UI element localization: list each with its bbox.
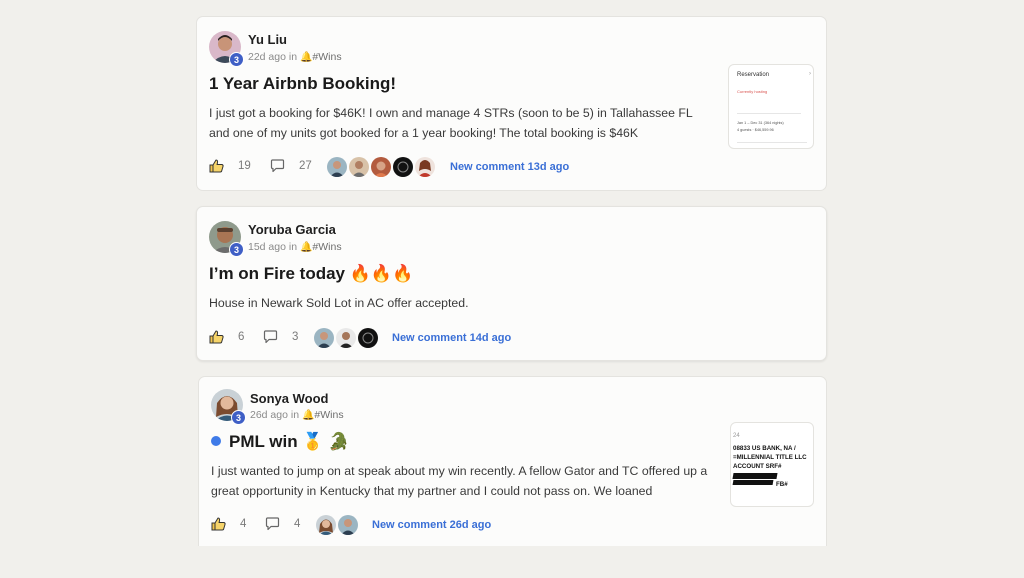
like-count: 4 (240, 518, 247, 530)
new-comment-link[interactable]: New comment 13d ago (450, 161, 569, 173)
post-title-row[interactable]: PML win 🥇 🐊 (211, 432, 349, 452)
new-comment-link[interactable]: New comment 26d ago (372, 519, 491, 531)
commenter-avatars[interactable] (316, 515, 360, 535)
like-button[interactable]: 4 (211, 517, 246, 531)
like-button[interactable]: 6 (209, 330, 244, 344)
like-icon (211, 517, 226, 531)
commenter-avatar[interactable] (327, 157, 347, 177)
comment-count: 4 (294, 518, 301, 530)
post-title[interactable]: I’m on Fire today 🔥🔥🔥 (209, 264, 413, 284)
post-title: PML win 🥇 🐊 (229, 432, 350, 451)
post-card[interactable]: 3 Yoruba Garcia 15d ago in 🔔#Wins I’m on… (196, 206, 827, 361)
post-body: I just wanted to jump on at speak about … (211, 464, 708, 498)
like-count: 19 (238, 160, 251, 172)
post-card[interactable]: 3 Sonya Wood 26d ago in 🔔#Wins PML win 🥇… (198, 376, 827, 546)
post-time: 26d ago in (250, 409, 300, 421)
thumbnail-guests: 4 guests · $46,559.96 (737, 128, 774, 132)
comment-icon (270, 159, 285, 173)
post-card[interactable]: 3 Yu Liu 22d ago in 🔔#Wins 1 Year Airbnb… (196, 16, 827, 191)
post-attachment-thumbnail[interactable]: 24 08833 US BANK, NA / =MILLENNIAL TITLE… (730, 422, 814, 507)
like-icon (209, 330, 224, 344)
post-meta: 26d ago in 🔔#Wins (250, 409, 344, 421)
commenter-avatar[interactable] (415, 157, 435, 177)
bell-icon: 🔔 (299, 242, 313, 253)
post-time: 15d ago in (248, 241, 298, 253)
post-meta: 15d ago in 🔔#Wins (248, 241, 342, 253)
level-badge: 3 (229, 52, 244, 67)
level-badge: 3 (229, 242, 244, 257)
like-button[interactable]: 19 (209, 159, 251, 173)
thumbnail-line: =MILLENNIAL TITLE LLC (733, 454, 807, 461)
channel-link[interactable]: #Wins (312, 51, 341, 63)
commenter-avatar[interactable] (349, 157, 369, 177)
post-title[interactable]: 1 Year Airbnb Booking! (209, 74, 396, 94)
post-body: I just got a booking for $46K! I own and… (209, 106, 693, 140)
commenter-avatar[interactable] (314, 328, 334, 348)
commenter-avatar[interactable] (393, 157, 413, 177)
comment-count: 27 (299, 160, 312, 172)
post-body: House in Newark Sold Lot in AC offer acc… (209, 296, 469, 310)
thumbnail-line: ACCOUNT SRF# (733, 463, 782, 470)
thumbnail-dates: Jan 1 – Dec 31 (364 nights) (737, 121, 784, 125)
comment-button[interactable]: 3 (263, 330, 298, 344)
thumbnail-line: 08833 US BANK, NA / (733, 445, 796, 452)
level-badge: 3 (231, 410, 246, 425)
commenter-avatars[interactable] (314, 328, 380, 348)
unread-dot (211, 436, 221, 446)
commenter-avatar[interactable] (336, 328, 356, 348)
thumbnail-line: 24 (733, 433, 740, 439)
post-meta: 22d ago in 🔔#Wins (248, 51, 342, 63)
like-icon (209, 159, 224, 173)
comment-icon (265, 517, 280, 531)
channel-link[interactable]: #Wins (312, 241, 341, 253)
author-name[interactable]: Yu Liu (248, 32, 287, 47)
author-name[interactable]: Sonya Wood (250, 391, 328, 406)
comment-count: 3 (292, 331, 299, 343)
thumbnail-heading: Reservation (737, 72, 770, 78)
comment-button[interactable]: 4 (265, 517, 300, 531)
author-name[interactable]: Yoruba Garcia (248, 222, 336, 237)
like-count: 6 (238, 331, 245, 343)
comment-button[interactable]: 27 (270, 159, 312, 173)
commenter-avatar[interactable] (316, 515, 336, 535)
commenter-avatar[interactable] (338, 515, 358, 535)
bell-icon: 🔔 (301, 410, 315, 421)
commenter-avatars[interactable] (327, 157, 437, 177)
post-time: 22d ago in (248, 51, 298, 63)
new-comment-link[interactable]: New comment 14d ago (392, 332, 511, 344)
commenter-avatar[interactable] (371, 157, 391, 177)
commenter-avatar[interactable] (358, 328, 378, 348)
thumbnail-status: Currently hosting (737, 89, 768, 94)
redaction-bar (732, 473, 778, 479)
post-attachment-thumbnail[interactable]: Reservation › Currently hosting Jan 1 – … (728, 64, 814, 149)
redaction-bar (732, 480, 774, 485)
bell-icon: 🔔 (299, 52, 313, 63)
channel-link[interactable]: #Wins (314, 409, 343, 421)
thumbnail-line: FB# (776, 481, 788, 488)
comment-icon (263, 330, 278, 344)
